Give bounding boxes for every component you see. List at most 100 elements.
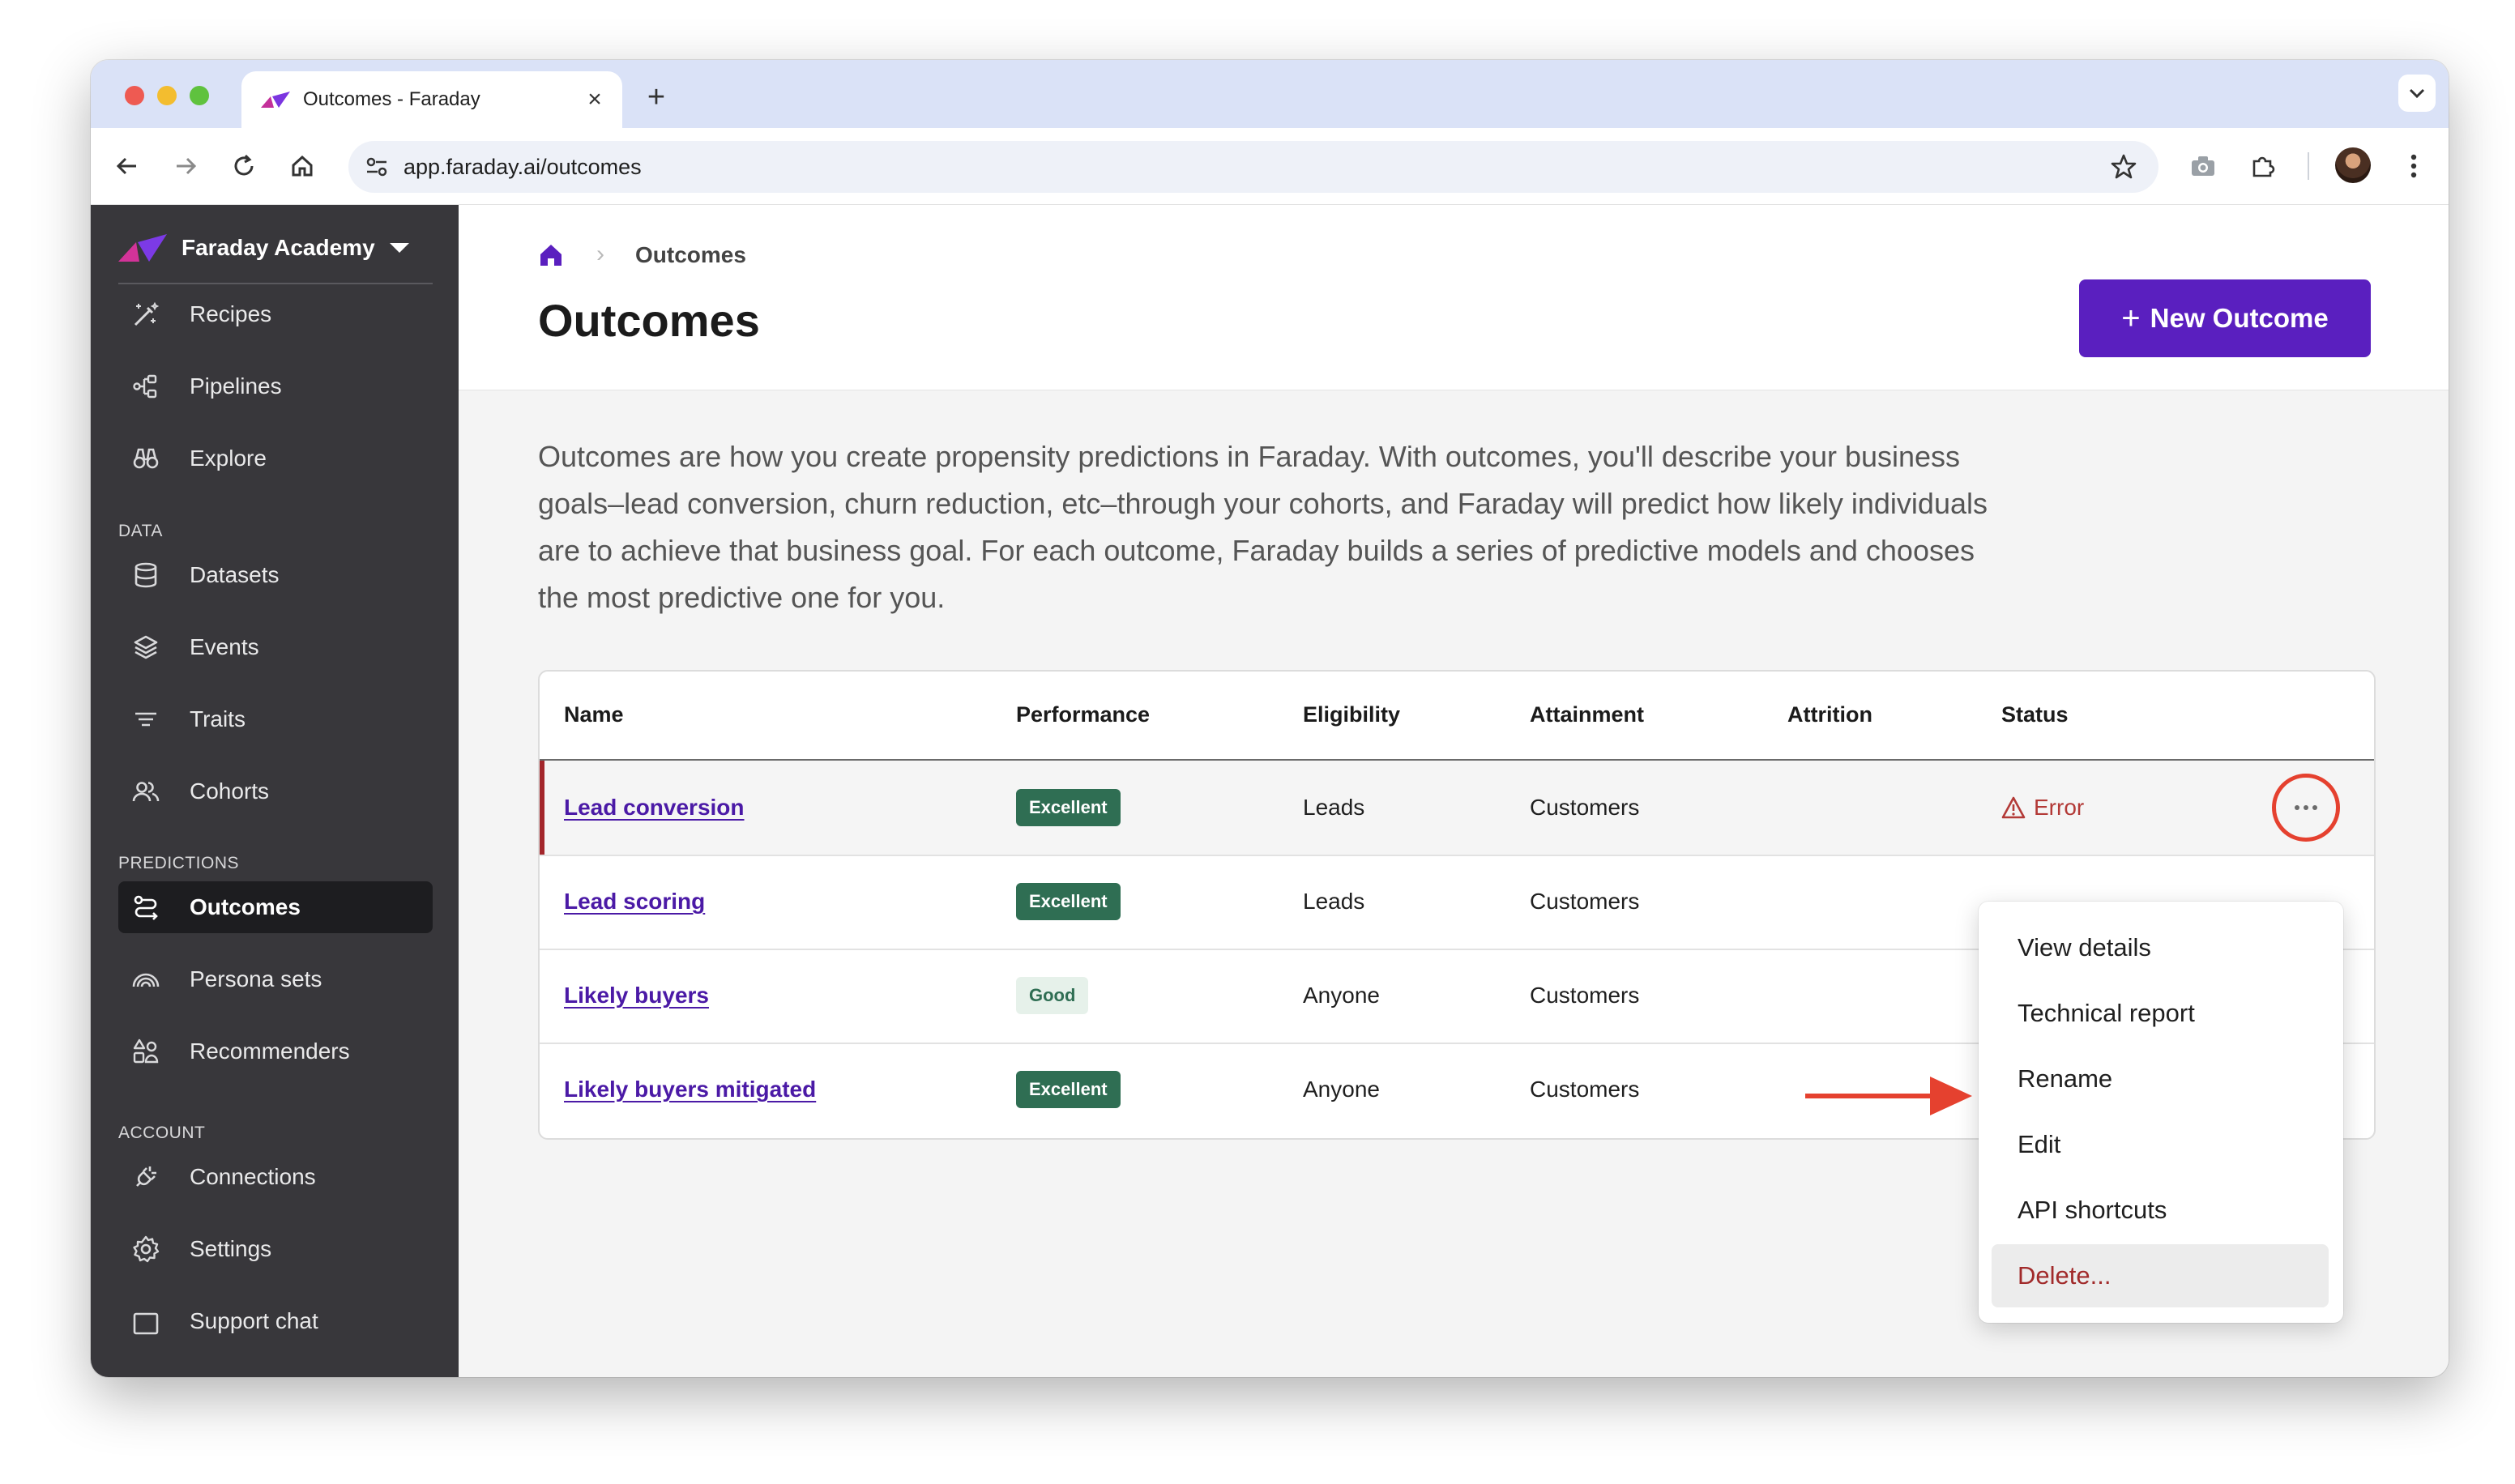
browser-tab[interactable]: Outcomes - Faraday × bbox=[241, 71, 622, 128]
forward-button[interactable] bbox=[165, 146, 206, 186]
annotation-circle bbox=[2272, 774, 2340, 842]
faraday-favicon-icon bbox=[261, 92, 290, 108]
sidebar-item-settings[interactable]: Settings bbox=[118, 1223, 433, 1275]
binoculars-icon bbox=[130, 442, 162, 475]
home-outline-icon bbox=[292, 155, 313, 177]
arrow-right-icon bbox=[177, 157, 197, 175]
attainment-cell: Customers bbox=[1530, 983, 1640, 1008]
address-bar[interactable]: app.faraday.ai/outcomes bbox=[348, 141, 2158, 193]
sidebar-item-label: Traits bbox=[190, 706, 246, 731]
sidebar-item-support-chat[interactable]: Support chat bbox=[118, 1295, 433, 1347]
breadcrumb-chevron-icon: › bbox=[596, 241, 604, 267]
performance-badge: Excellent bbox=[1016, 1071, 1121, 1108]
close-window-button[interactable] bbox=[125, 86, 144, 105]
toolbar-separator bbox=[2308, 152, 2309, 180]
breadcrumb-current: Outcomes bbox=[635, 242, 746, 267]
url-text: app.faraday.ai/outcomes bbox=[404, 154, 642, 179]
table-row[interactable]: Lead conversion Excellent Leads Customer… bbox=[540, 761, 2374, 856]
org-name: Faraday Academy bbox=[181, 235, 375, 260]
database-icon bbox=[130, 559, 162, 591]
new-tab-icon[interactable]: + bbox=[638, 79, 674, 115]
sidebar-item-explore[interactable]: Explore bbox=[118, 433, 433, 484]
menu-item-edit[interactable]: Edit bbox=[1992, 1113, 2329, 1176]
sidebar-item-events[interactable]: Events bbox=[118, 621, 433, 673]
attainment-cell: Customers bbox=[1530, 889, 1640, 914]
users-icon bbox=[130, 775, 162, 808]
site-settings-icon[interactable] bbox=[360, 150, 394, 184]
intro-text: Outcomes are how you create propensity p… bbox=[538, 440, 1988, 614]
shapes-person-icon bbox=[130, 1035, 162, 1068]
plus-icon: + bbox=[2121, 300, 2141, 336]
menu-item-api-shortcuts[interactable]: API shortcuts bbox=[1992, 1179, 2329, 1242]
extensions-puzzle-icon[interactable] bbox=[2243, 146, 2283, 186]
menu-item-delete[interactable]: Delete... bbox=[1992, 1244, 2329, 1307]
minimize-window-button[interactable] bbox=[157, 86, 177, 105]
layers-icon bbox=[130, 631, 162, 663]
sidebar-item-label: Events bbox=[190, 634, 259, 659]
camera-icon[interactable] bbox=[2183, 146, 2223, 186]
sidebar-item-label: Pipelines bbox=[190, 373, 282, 399]
annotation-arrow-icon bbox=[1805, 1077, 1972, 1115]
sidebar-item-label: Recommenders bbox=[190, 1038, 350, 1064]
home-icon[interactable] bbox=[538, 242, 564, 268]
gear-icon bbox=[130, 1233, 162, 1265]
column-header-attainment: Attainment bbox=[1530, 702, 1644, 727]
sidebar-item-connections[interactable]: Connections bbox=[118, 1151, 433, 1203]
browser-toolbar: app.faraday.ai/outcomes bbox=[91, 128, 2449, 205]
eligibility-cell: Leads bbox=[1303, 795, 1365, 820]
sidebar-item-pipelines[interactable]: Pipelines bbox=[118, 360, 433, 412]
page-title: Outcomes bbox=[538, 295, 760, 346]
outcome-icon bbox=[130, 891, 162, 923]
reload-button[interactable] bbox=[224, 146, 264, 186]
attainment-cell: Customers bbox=[1530, 795, 1640, 820]
warning-triangle-icon bbox=[2001, 796, 2026, 819]
outcome-name-link[interactable]: Likely buyers bbox=[564, 983, 709, 1009]
back-button[interactable] bbox=[107, 146, 147, 186]
browser-menu-icon[interactable] bbox=[2393, 146, 2434, 186]
status-cell: Error bbox=[2001, 761, 2084, 855]
home-button[interactable] bbox=[282, 146, 322, 186]
sidebar-item-cohorts[interactable]: Cohorts bbox=[118, 765, 433, 817]
plug-icon bbox=[130, 1161, 162, 1193]
new-outcome-label: New Outcome bbox=[2150, 303, 2329, 333]
menu-item-rename[interactable]: Rename bbox=[1992, 1047, 2329, 1111]
sidebar-item-label: Recipes bbox=[190, 301, 272, 326]
tab-search-button[interactable] bbox=[2398, 75, 2436, 112]
sidebar-item-traits[interactable]: Traits bbox=[118, 693, 433, 745]
sidebar-item-label: Settings bbox=[190, 1236, 272, 1261]
outcome-name-link[interactable]: Likely buyers mitigated bbox=[564, 1077, 816, 1102]
profile-avatar[interactable] bbox=[2335, 147, 2371, 183]
sidebar-item-label: Support chat bbox=[190, 1308, 318, 1333]
filter-lines-icon bbox=[130, 703, 162, 736]
sidebar-item-persona-sets[interactable]: Persona sets bbox=[118, 953, 433, 1005]
sidebar-item-outcomes[interactable]: Outcomes bbox=[118, 881, 433, 933]
performance-badge: Good bbox=[1016, 977, 1089, 1014]
section-title-data: DATA bbox=[118, 522, 163, 540]
reload-icon bbox=[234, 154, 254, 176]
sidebar-item-recommenders[interactable]: Recommenders bbox=[118, 1026, 433, 1077]
sidebar-item-label: Cohorts bbox=[190, 778, 270, 804]
sidebar-item-label: Datasets bbox=[190, 562, 280, 587]
outcome-name-link[interactable]: Lead scoring bbox=[564, 889, 705, 915]
maximize-window-button[interactable] bbox=[190, 86, 209, 105]
outcome-name-link[interactable]: Lead conversion bbox=[564, 795, 745, 821]
sidebar-item-label: Connections bbox=[190, 1164, 316, 1189]
performance-badge: Excellent bbox=[1016, 789, 1121, 826]
menu-item-view-details[interactable]: View details bbox=[1992, 916, 2329, 979]
eligibility-cell: Anyone bbox=[1303, 983, 1380, 1008]
bookmark-star-icon[interactable] bbox=[2103, 147, 2144, 187]
column-header-name: Name bbox=[564, 702, 624, 727]
column-header-status: Status bbox=[2001, 702, 2069, 727]
sidebar-item-recipes[interactable]: Recipes bbox=[118, 288, 433, 340]
arrow-left-icon bbox=[116, 157, 136, 175]
eligibility-cell: Leads bbox=[1303, 889, 1365, 914]
status-text: Error bbox=[2034, 795, 2085, 820]
main-content: › Outcomes Outcomes + New Outcome Outcom… bbox=[459, 205, 2449, 1377]
menu-item-technical-report[interactable]: Technical report bbox=[1992, 982, 2329, 1045]
rainbow-icon bbox=[130, 963, 162, 996]
browser-window: Outcomes - Faraday × + app.faraday.ai/ou… bbox=[91, 60, 2449, 1377]
org-switcher[interactable]: Faraday Academy bbox=[118, 228, 409, 268]
new-outcome-button[interactable]: + New Outcome bbox=[2079, 279, 2371, 357]
sidebar-item-datasets[interactable]: Datasets bbox=[118, 549, 433, 601]
tab-close-icon[interactable]: × bbox=[579, 83, 611, 116]
